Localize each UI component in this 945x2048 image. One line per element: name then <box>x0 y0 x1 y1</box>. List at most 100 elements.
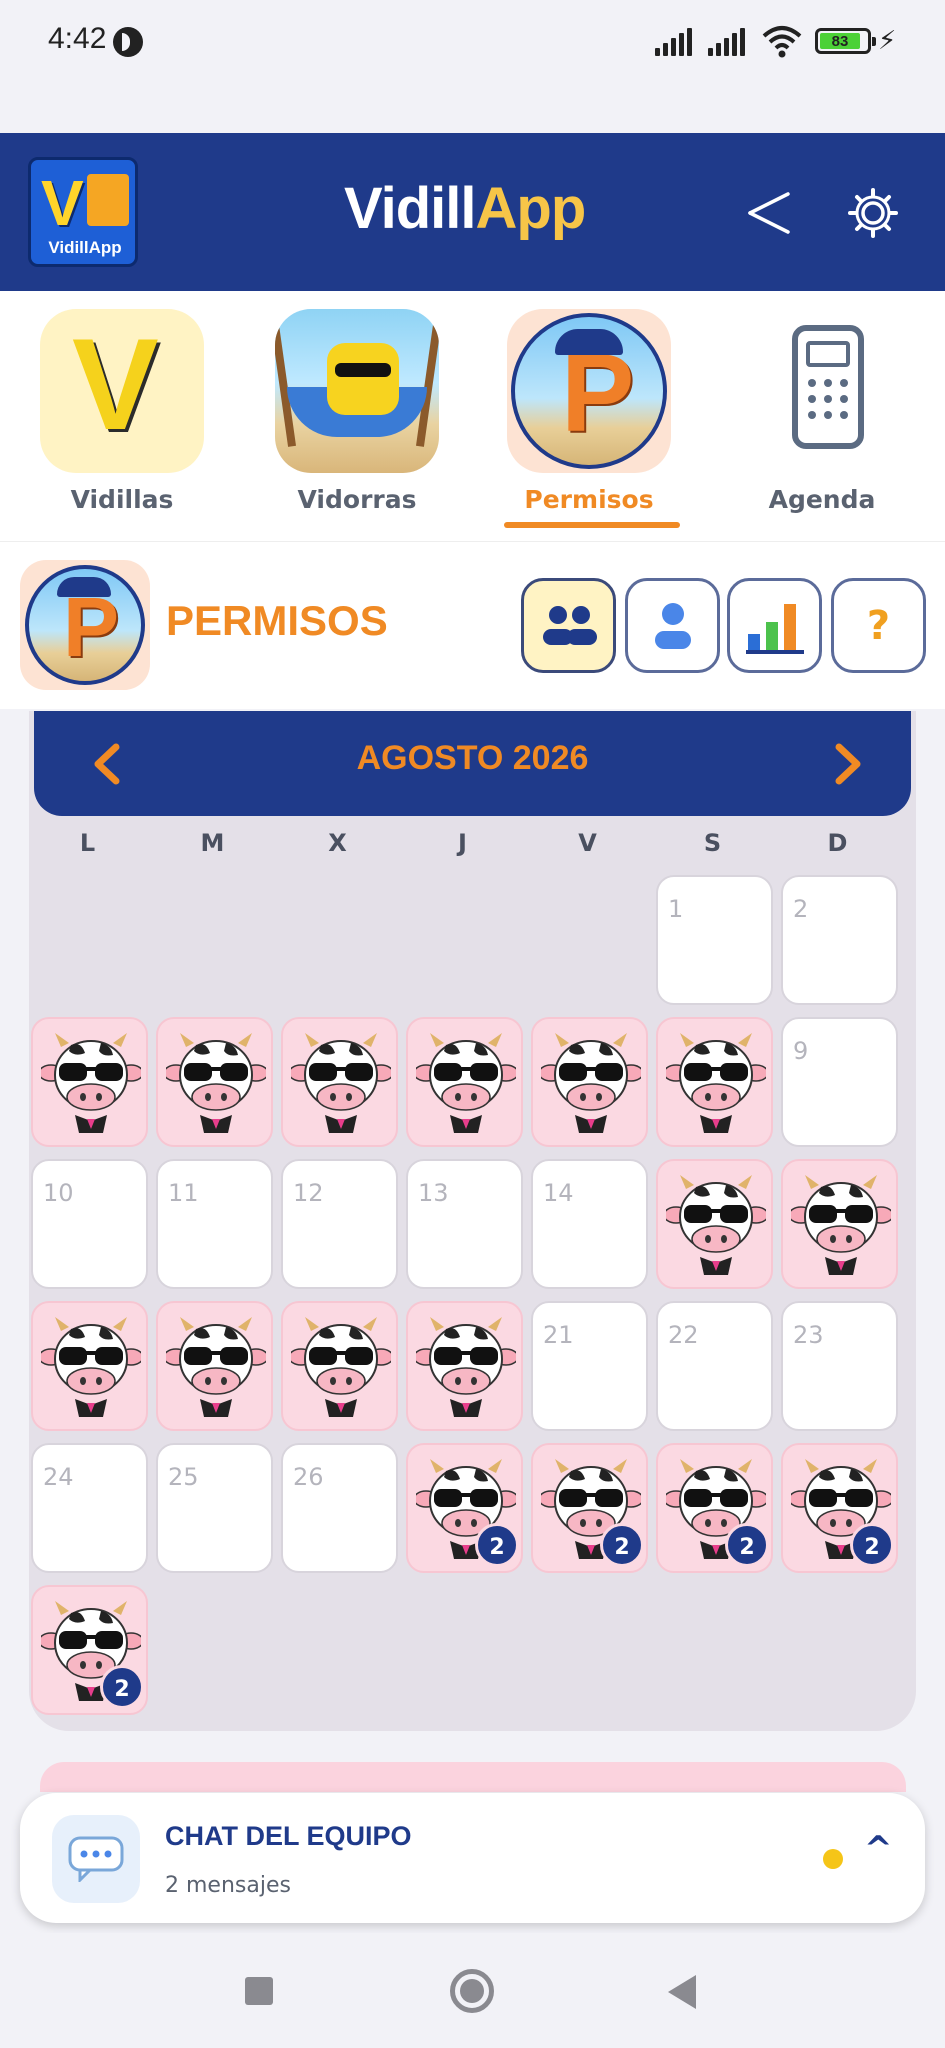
calendar-day[interactable]: 21 <box>531 1301 648 1431</box>
calendar-day-leave[interactable]: 2 <box>656 1443 773 1573</box>
recent-apps-button[interactable] <box>245 1977 273 2005</box>
day-number: 9 <box>793 1037 809 1065</box>
calendar-day[interactable]: 2 <box>781 875 898 1005</box>
weekday-label: X <box>328 829 347 857</box>
calendar-day[interactable]: 25 <box>156 1443 273 1573</box>
calendar-day[interactable]: 26 <box>281 1443 398 1573</box>
nav-label: Vidorras <box>297 485 417 514</box>
expand-chat-icon[interactable]: ^ <box>864 1829 893 1869</box>
calendar-day[interactable]: 23 <box>781 1301 898 1431</box>
system-navigation-bar <box>0 1933 945 2048</box>
day-number: 21 <box>543 1321 574 1349</box>
battery-level: 83 <box>820 33 860 50</box>
calendar-day-leave[interactable]: 2 <box>31 1585 148 1715</box>
view-stats-button[interactable] <box>727 578 822 673</box>
do-not-disturb-icon <box>113 27 143 57</box>
weekday-label: D <box>827 829 848 857</box>
leave-count-badge: 2 <box>475 1523 519 1567</box>
back-button[interactable] <box>668 1975 696 2009</box>
unread-indicator <box>823 1849 843 1869</box>
calendar-day-leave[interactable]: 2 <box>406 1443 523 1573</box>
calendar-day[interactable]: 13 <box>406 1159 523 1289</box>
app-logo[interactable]: V VidillApp <box>28 157 138 267</box>
day-number: 13 <box>418 1179 449 1207</box>
calendar-day[interactable]: 12 <box>281 1159 398 1289</box>
team-chat-bar[interactable]: CHAT DEL EQUIPO 2 mensajes ^ <box>20 1793 925 1923</box>
calendar-day-leave[interactable] <box>531 1017 648 1147</box>
cow-mascot-icon <box>791 1175 891 1275</box>
day-number: 12 <box>293 1179 324 1207</box>
nav-item-agenda[interactable]: Agenda <box>737 309 907 514</box>
cow-mascot-icon <box>416 1033 516 1133</box>
weekday-label: J <box>458 829 467 857</box>
nav-item-vidillas[interactable]: V Vidillas <box>37 309 207 514</box>
calendar-day[interactable]: 10 <box>31 1159 148 1289</box>
weekday-label: L <box>79 829 96 857</box>
day-number: 24 <box>43 1463 74 1491</box>
calendar-day[interactable]: 22 <box>656 1301 773 1431</box>
status-bar: 4:42 83 ⚡ <box>0 0 945 133</box>
calendar-day-leave[interactable] <box>781 1159 898 1289</box>
day-number: 11 <box>168 1179 199 1207</box>
chat-bubble-icon <box>52 1815 140 1903</box>
next-card-preview <box>40 1762 906 1792</box>
calendar-day-leave[interactable] <box>406 1017 523 1147</box>
calendar-day-leave[interactable] <box>656 1159 773 1289</box>
view-team-button[interactable] <box>521 578 616 673</box>
page-title: PERMISOS <box>166 597 388 644</box>
status-time: 4:42 <box>48 22 107 55</box>
calendar-day-leave[interactable]: 2 <box>781 1443 898 1573</box>
cow-mascot-icon <box>41 1033 141 1133</box>
help-button[interactable]: ? <box>831 578 926 673</box>
next-month-icon[interactable] <box>829 739 869 789</box>
share-icon[interactable] <box>744 188 794 238</box>
calendar-day-leave[interactable] <box>31 1301 148 1431</box>
section-header: P PERMISOS ? <box>0 541 945 709</box>
weekday-label: V <box>578 829 597 857</box>
day-number: 10 <box>43 1179 74 1207</box>
calendar-day-leave[interactable] <box>156 1301 273 1431</box>
leave-count-badge: 2 <box>850 1523 894 1567</box>
vidorras-hammock-mascot-icon <box>275 309 439 473</box>
day-number: 2 <box>793 895 809 923</box>
gear-icon[interactable] <box>848 188 898 238</box>
day-number: 25 <box>168 1463 199 1491</box>
calendar-day-leave[interactable] <box>406 1301 523 1431</box>
calendar-day[interactable]: 14 <box>531 1159 648 1289</box>
calendar-day-leave[interactable] <box>281 1017 398 1147</box>
group-icon <box>542 605 597 645</box>
day-number: 26 <box>293 1463 324 1491</box>
leave-count-badge: 2 <box>100 1665 144 1709</box>
calendar-day-leave[interactable] <box>281 1301 398 1431</box>
chat-title: CHAT DEL EQUIPO <box>165 1821 412 1851</box>
home-button[interactable] <box>450 1969 494 2013</box>
nav-item-vidorras[interactable]: Vidorras <box>272 309 442 514</box>
cow-mascot-icon <box>291 1317 391 1417</box>
vidillas-v-mascot-icon: V <box>40 309 204 473</box>
day-number: 1 <box>668 895 684 923</box>
calendar-day[interactable]: 1 <box>656 875 773 1005</box>
nav-label: Permisos <box>524 485 654 514</box>
cow-mascot-icon <box>666 1175 766 1275</box>
view-user-button[interactable] <box>625 578 720 673</box>
leave-count-badge: 2 <box>725 1523 769 1567</box>
cow-mascot-icon <box>416 1317 516 1417</box>
signal-icon <box>655 28 692 56</box>
active-tab-indicator <box>504 522 680 528</box>
nav-label: Agenda <box>768 485 876 514</box>
battery-icon: 83 <box>815 28 876 54</box>
top-navigation: V Vidillas Vidorras P Permisos Agenda <box>0 291 945 541</box>
weekday-label: M <box>200 829 225 857</box>
calendar-day[interactable]: 11 <box>156 1159 273 1289</box>
charging-icon: ⚡ <box>878 26 897 56</box>
day-number: 23 <box>793 1321 824 1349</box>
calendar-day-leave[interactable] <box>656 1017 773 1147</box>
chat-message-count: 2 mensajes <box>165 1873 291 1898</box>
nav-item-permisos[interactable]: P Permisos <box>504 309 680 528</box>
calendar-day-leave[interactable] <box>31 1017 148 1147</box>
calendar-day-leave[interactable] <box>156 1017 273 1147</box>
calendar-day[interactable]: 24 <box>31 1443 148 1573</box>
day-number: 14 <box>543 1179 574 1207</box>
calendar-day[interactable]: 9 <box>781 1017 898 1147</box>
calendar-day-leave[interactable]: 2 <box>531 1443 648 1573</box>
